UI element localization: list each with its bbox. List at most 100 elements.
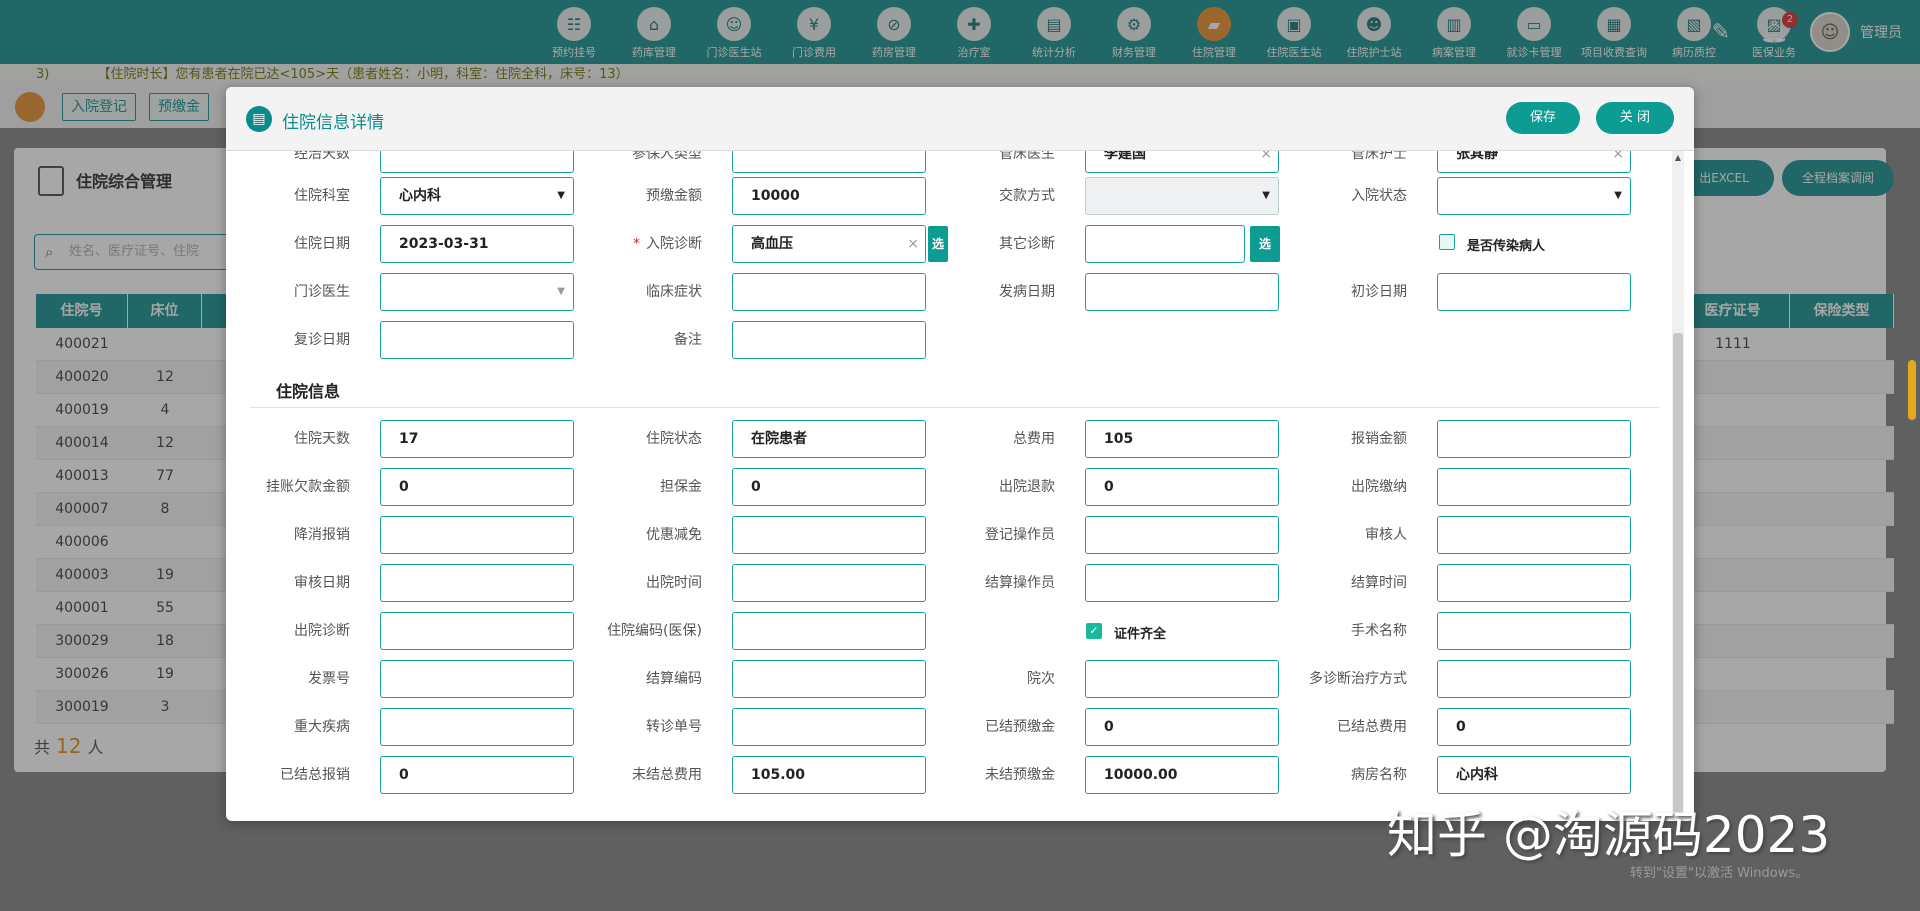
pay-method-select[interactable]: ▼ — [1085, 177, 1279, 215]
field-label: 已结预缴金 — [985, 719, 1055, 735]
symptom-field[interactable] — [732, 273, 926, 311]
label-admit-status: 入院状态 — [1351, 188, 1407, 204]
form-field[interactable] — [732, 660, 926, 698]
form-field[interactable]: 0 — [380, 756, 574, 794]
field-label: 发票号 — [308, 671, 350, 687]
remark-field[interactable] — [732, 321, 926, 359]
form-field[interactable]: 0 — [1437, 708, 1631, 746]
form-field[interactable] — [1437, 612, 1631, 650]
field-label: 优惠减免 — [646, 527, 702, 543]
form-field[interactable] — [380, 660, 574, 698]
label-onset-date: 发病日期 — [999, 284, 1055, 300]
field-label: 多诊断治疗方式 — [1309, 671, 1407, 687]
field-label: 结算编码 — [646, 671, 702, 687]
form-field[interactable] — [1437, 660, 1631, 698]
field-label: 结算时间 — [1351, 575, 1407, 591]
admit-diagnosis-field[interactable]: 高血压 × — [732, 225, 926, 263]
section-title: 住院信息 — [276, 382, 341, 401]
field-label: 未结预缴金 — [985, 767, 1055, 783]
form-field[interactable]: 心内科 — [1437, 756, 1631, 794]
form-field[interactable]: 17 — [380, 420, 574, 458]
field-label: 报销金额 — [1351, 431, 1407, 447]
form-field[interactable] — [1085, 660, 1279, 698]
field-label: 院次 — [1027, 671, 1055, 687]
form-field[interactable] — [380, 708, 574, 746]
cert-complete-checkbox[interactable]: ✓ — [1086, 623, 1102, 639]
save-button[interactable]: 保存 — [1506, 102, 1580, 134]
form-field[interactable] — [1437, 564, 1631, 602]
form-field[interactable] — [1437, 516, 1631, 554]
required-mark: * — [633, 236, 640, 252]
field-label: 病房名称 — [1351, 767, 1407, 783]
form-field[interactable] — [732, 516, 926, 554]
field-label: 审核人 — [1365, 527, 1407, 543]
form-field[interactable]: 105 — [1085, 420, 1279, 458]
other-diagnosis-field[interactable] — [1085, 225, 1245, 263]
field-label: 登记操作员 — [985, 527, 1055, 543]
field-label: 出院退款 — [999, 479, 1055, 495]
form-field[interactable] — [732, 708, 926, 746]
revisit-date-field[interactable] — [380, 321, 574, 359]
first-visit-field[interactable] — [1437, 273, 1631, 311]
form-field[interactable] — [1085, 516, 1279, 554]
dialog-title: 住院信息详情 — [282, 113, 384, 133]
clear-icon[interactable]: × — [907, 226, 919, 262]
label-revisit: 复诊日期 — [294, 332, 350, 348]
activation-note: 转到"设置"以激活 Windows。 — [1630, 866, 1809, 881]
form-field[interactable]: 105.00 — [732, 756, 926, 794]
dept-select[interactable]: 心内科 ▼ — [380, 177, 574, 215]
form-field[interactable]: 0 — [732, 468, 926, 506]
close-button[interactable]: 关 闭 — [1596, 102, 1674, 134]
field-label: 住院编码(医保) — [607, 623, 702, 639]
form-field[interactable]: 0 — [1085, 468, 1279, 506]
chevron-down-icon: ▼ — [1614, 190, 1622, 201]
field-label: 出院诊断 — [294, 623, 350, 639]
field-label: 结算操作员 — [985, 575, 1055, 591]
label-dept: 住院科室 — [294, 188, 350, 204]
label-admit-diagnosis: * 入院诊断 — [633, 236, 702, 252]
label-symptom: 临床症状 — [646, 284, 702, 300]
label-first-visit: 初诊日期 — [1351, 284, 1407, 300]
form-field[interactable]: 0 — [380, 468, 574, 506]
field-label: 住院天数 — [294, 431, 350, 447]
field-label: 转诊单号 — [646, 719, 702, 735]
admit-date-field[interactable]: 2023-03-31 — [380, 225, 574, 263]
form-field[interactable]: 0 — [1085, 708, 1279, 746]
scroll-up-icon[interactable]: ▲ — [1672, 153, 1684, 165]
form-field[interactable] — [380, 516, 574, 554]
form-field[interactable] — [380, 564, 574, 602]
inpatient-detail-dialog: ▤ 住院信息详情 保存 关 闭 经治天数 参保人类型 管床医生 李建国× 管床护… — [226, 87, 1694, 821]
form-field[interactable] — [380, 612, 574, 650]
deposit-field[interactable]: 10000 — [732, 177, 926, 215]
form-field[interactable] — [732, 612, 926, 650]
admit-status-select[interactable]: ▼ — [1437, 177, 1631, 215]
field-label: 出院缴纳 — [1351, 479, 1407, 495]
section-divider — [250, 407, 1660, 408]
infectious-checkbox[interactable] — [1439, 234, 1455, 250]
chevron-down-icon: ▼ — [557, 286, 565, 297]
field-label: 挂账欠款金额 — [266, 479, 350, 495]
onset-date-field[interactable] — [1085, 273, 1279, 311]
form-field[interactable] — [1085, 564, 1279, 602]
label-opd-doctor: 门诊医生 — [294, 284, 350, 300]
field-label: 住院状态 — [646, 431, 702, 447]
form-field[interactable] — [732, 564, 926, 602]
field-label: 未结总费用 — [632, 767, 702, 783]
field-label: 总费用 — [1013, 431, 1055, 447]
field-label: 担保金 — [660, 479, 702, 495]
scroll-thumb[interactable] — [1673, 333, 1683, 813]
info-icon: ▤ — [246, 106, 272, 132]
pick-other-diagnosis-button[interactable]: 选 — [1250, 226, 1280, 262]
form-field[interactable] — [1437, 468, 1631, 506]
form-field[interactable]: 在院患者 — [732, 420, 926, 458]
opd-doctor-select[interactable]: ▼ — [380, 273, 574, 311]
field-label: 手术名称 — [1351, 623, 1407, 639]
cert-complete-label: 证件齐全 — [1114, 627, 1167, 642]
form-field[interactable]: 10000.00 — [1085, 756, 1279, 794]
chevron-down-icon: ▼ — [1262, 190, 1270, 201]
form-field[interactable] — [1437, 420, 1631, 458]
chevron-down-icon: ▼ — [557, 190, 565, 201]
page-scroll-thumb[interactable] — [1908, 360, 1916, 420]
field-label: 已结总费用 — [1337, 719, 1407, 735]
field-label: 已结总报销 — [280, 767, 350, 783]
